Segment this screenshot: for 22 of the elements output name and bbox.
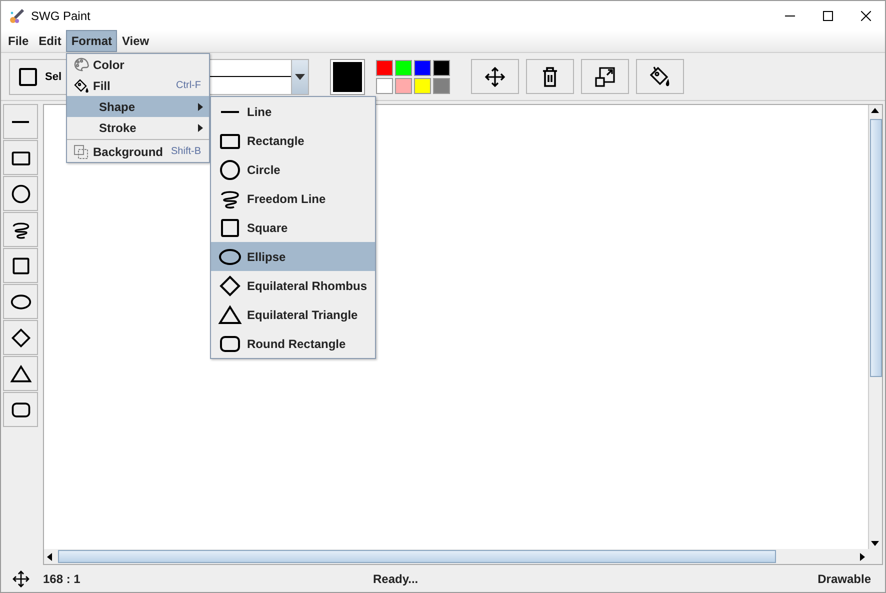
menu-item[interactable]: Rectangle bbox=[211, 126, 375, 155]
menu-item[interactable]: File bbox=[3, 30, 34, 52]
menu-item[interactable]: Equilateral Rhombus bbox=[211, 271, 375, 300]
menu-item[interactable]: Freedom Line bbox=[211, 184, 375, 213]
menu-item[interactable]: Format bbox=[66, 30, 118, 52]
window-title: SWG Paint bbox=[31, 8, 92, 22]
menu-item[interactable]: View bbox=[117, 30, 154, 52]
menu-item[interactable]: Ellipse bbox=[211, 242, 375, 271]
shortcut-label: Shift-B bbox=[170, 146, 201, 157]
status-message: Ready... bbox=[373, 572, 420, 586]
menu-item[interactable]: Stroke bbox=[67, 117, 209, 138]
menu-item[interactable]: Square bbox=[211, 213, 375, 242]
menu-item[interactable]: Equilateral Triangle bbox=[211, 300, 375, 329]
mode-label: Drawable bbox=[818, 572, 871, 586]
menu-item[interactable]: Line bbox=[211, 97, 375, 126]
menu-item[interactable]: Shape bbox=[67, 96, 209, 117]
menu-item[interactable]: Background Shift-B bbox=[67, 141, 209, 162]
menu-item[interactable]: Circle bbox=[211, 155, 375, 184]
cursor-position: 168 : 1 bbox=[43, 572, 82, 586]
shortcut-label: Ctrl-F bbox=[176, 80, 201, 91]
menu-item[interactable]: Round Rectangle bbox=[211, 329, 375, 358]
menu-item[interactable]: Edit bbox=[34, 30, 66, 52]
